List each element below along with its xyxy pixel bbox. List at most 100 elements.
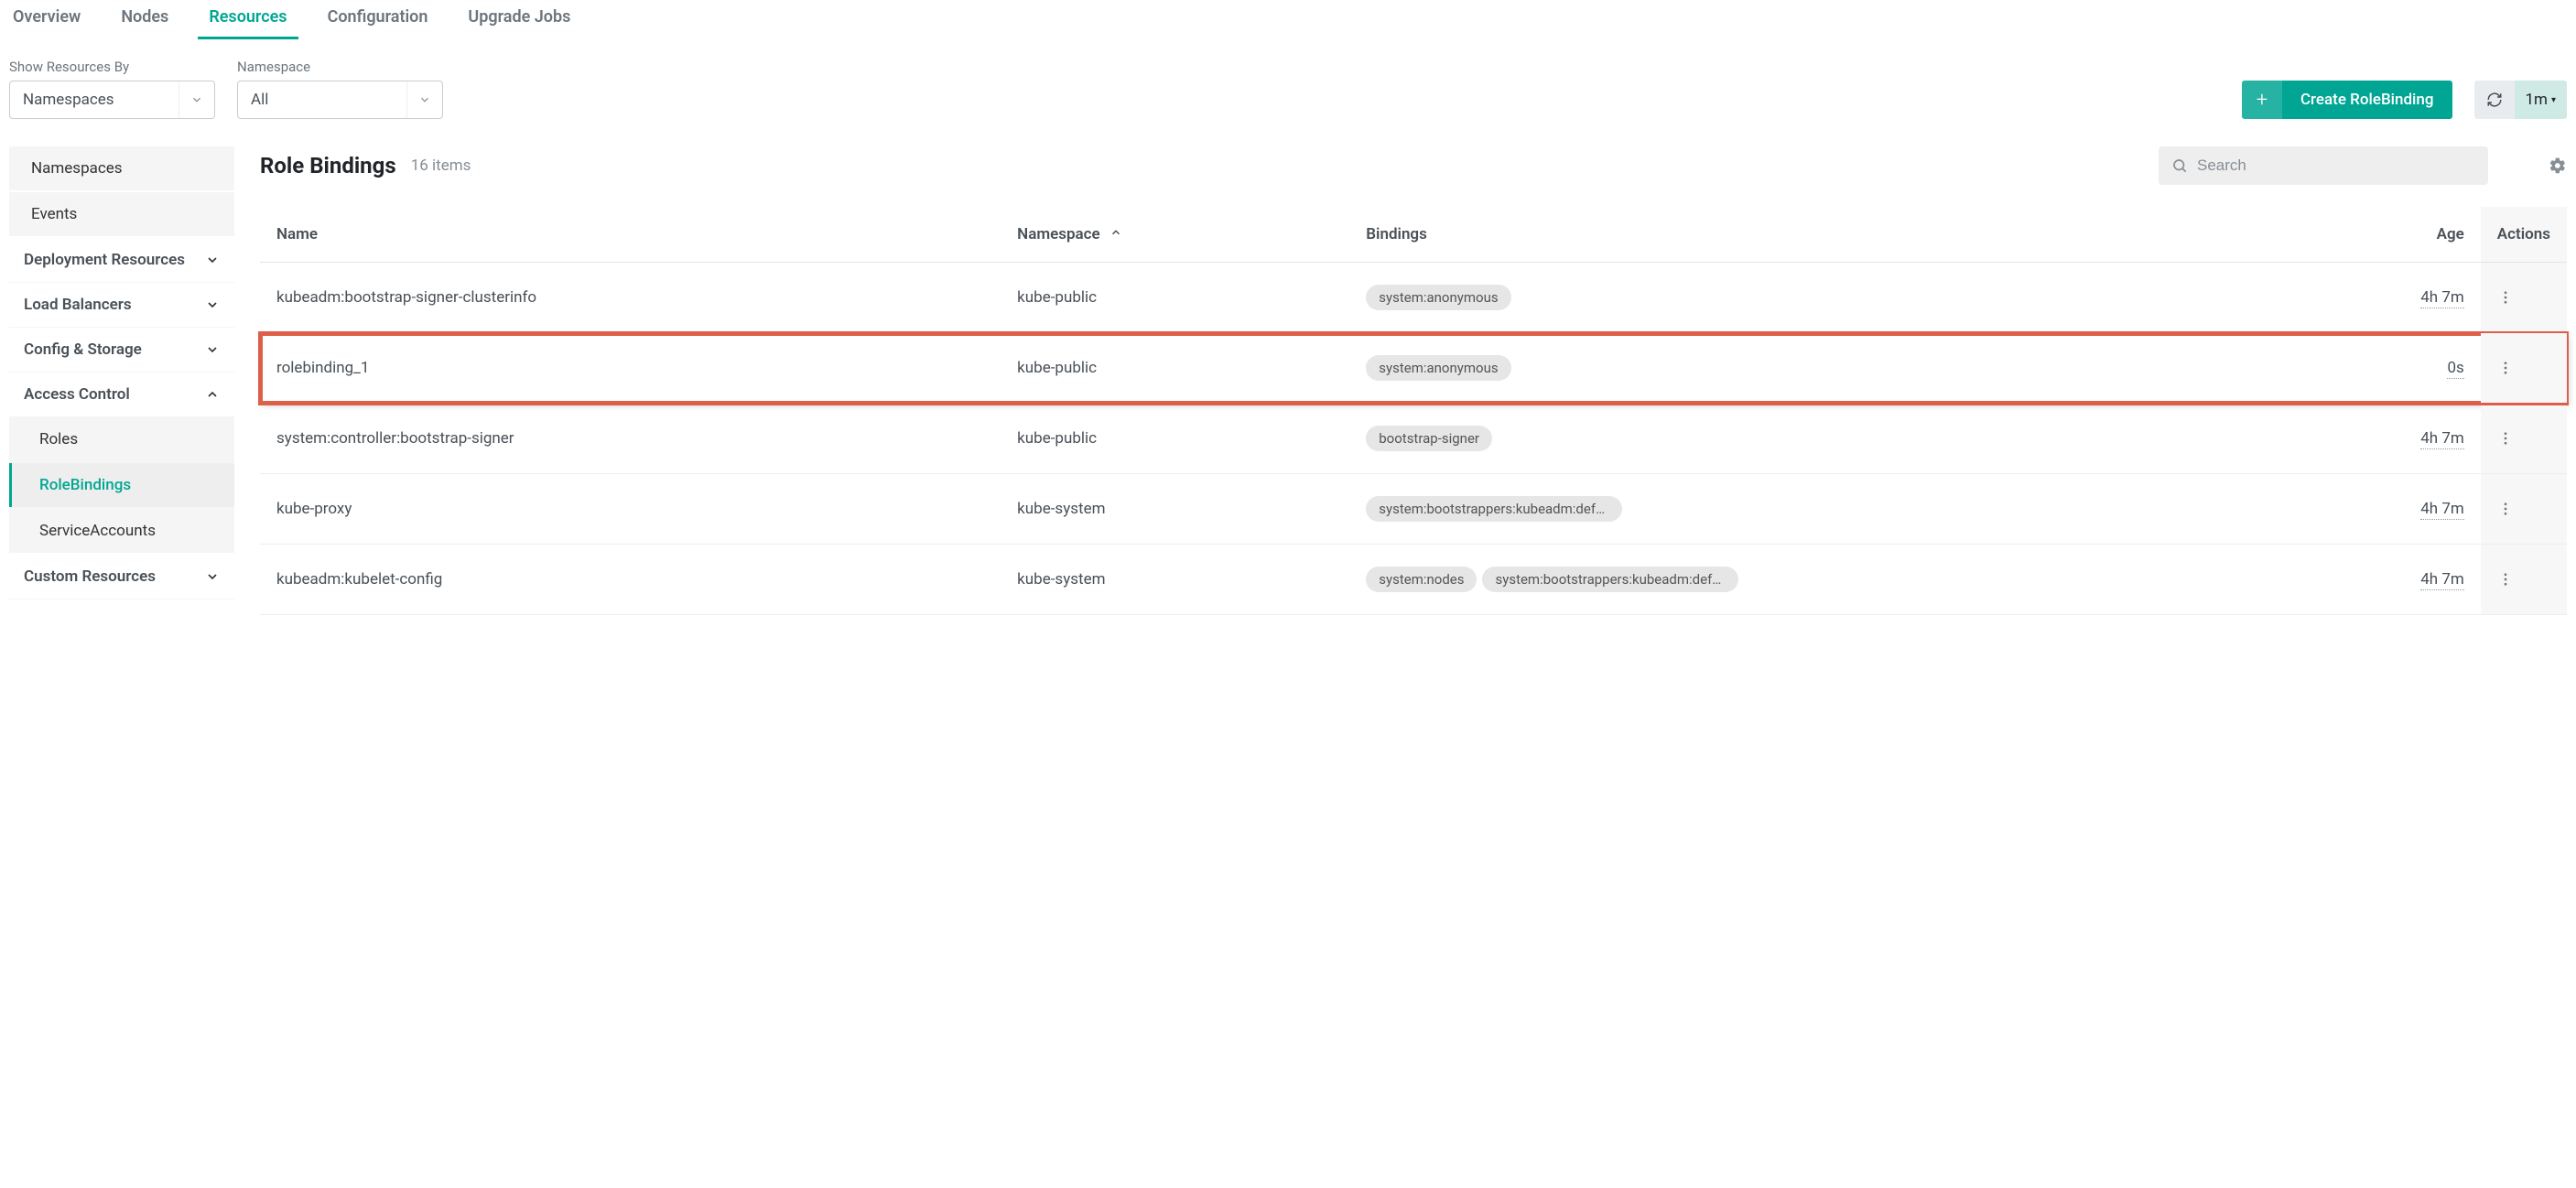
page-title: Role Bindings [260,153,396,178]
chevron-down-icon [179,81,214,118]
table-row[interactable]: system:controller:bootstrap-signerkube-p… [260,404,2567,474]
binding-badge: system:nodes [1366,567,1477,592]
filter-namespace-label: Namespace [237,59,443,75]
cell-name: rolebinding_1 [260,333,1001,404]
show-by-select[interactable]: Namespaces [9,81,215,119]
namespace-select[interactable]: All [237,81,443,119]
sidebar-group-label: Deployment Resources [24,251,185,269]
namespace-value: All [238,91,406,109]
cell-namespace: kube-public [1001,404,1349,474]
search-input[interactable] [2197,157,2475,175]
top-tabs: Overview Nodes Resources Configuration U… [0,0,2576,40]
tab-upgrade-jobs[interactable]: Upgrade Jobs [464,0,574,39]
refresh-interval-select[interactable]: 1m ▾ [2515,81,2568,119]
row-actions-button[interactable] [2497,289,2550,306]
sidebar-item-events[interactable]: Events [9,192,234,236]
item-count: 16 items [411,157,471,175]
sidebar-item-serviceaccounts[interactable]: ServiceAccounts [9,509,234,553]
cell-age: 0s [2389,333,2481,404]
filter-show-by: Show Resources By Namespaces [9,59,215,119]
binding-badge: system:bootstrappers:kubeadm:defau… [1366,496,1622,522]
sidebar-item-namespaces[interactable]: Namespaces [9,146,234,190]
binding-badge: bootstrap-signer [1366,426,1492,451]
sidebar-group-custom-resources[interactable]: Custom Resources [9,555,234,599]
row-actions-button[interactable] [2497,501,2550,517]
sidebar-item-roles[interactable]: Roles [9,417,234,461]
sidebar-item-rolebindings[interactable]: RoleBindings [9,463,234,507]
chevron-up-icon [205,387,220,402]
chevron-down-icon [406,81,442,118]
cell-name: system:controller:bootstrap-signer [260,404,1001,474]
cell-age: 4h 7m [2389,404,2481,474]
cell-name: kube-proxy [260,474,1001,545]
cell-namespace: kube-system [1001,474,1349,545]
table-row[interactable]: kubeadm:kubelet-configkube-systemsystem:… [260,545,2567,615]
sidebar-sublist-access-control: Roles RoleBindings ServiceAccounts [9,417,234,553]
cell-bindings: system:nodessystem:bootstrappers:kubeadm… [1349,545,2389,615]
col-namespace-label: Namespace [1017,225,1100,243]
table-row[interactable]: rolebinding_1kube-public system:anonymous… [260,333,2567,404]
tab-nodes[interactable]: Nodes [117,0,172,39]
sidebar-group-label: Config & Storage [24,340,142,359]
binding-badge: system:bootstrappers:kubeadm:defau… [1482,567,1738,592]
binding-badge: system:anonymous [1366,285,1510,310]
chevron-down-icon [205,253,220,267]
col-bindings: Bindings [1349,207,2389,263]
cell-age: 4h 7m [2389,263,2481,333]
cell-namespace: kube-system [1001,545,1349,615]
sort-asc-icon [1109,228,1122,243]
sidebar-group-config-storage[interactable]: Config & Storage [9,328,234,373]
chevron-down-icon [205,342,220,357]
cell-age: 4h 7m [2389,545,2481,615]
cell-actions [2481,404,2567,474]
table-row[interactable]: kube-proxykube-system system:bootstrapper… [260,474,2567,545]
binding-badge: system:anonymous [1366,355,1510,381]
sidebar-group-label: Access Control [24,385,130,404]
cell-actions [2481,263,2567,333]
content-header: Role Bindings 16 items [260,146,2567,185]
refresh-button[interactable] [2474,81,2515,119]
refresh-interval-value: 1m [2526,91,2548,109]
cell-age: 4h 7m [2389,474,2481,545]
cell-name: kubeadm:kubelet-config [260,545,1001,615]
col-actions: Actions [2481,207,2567,263]
create-rolebinding-button[interactable]: + Create RoleBinding [2242,81,2452,119]
row-actions-button[interactable] [2497,430,2550,447]
cell-name: kubeadm:bootstrap-signer-clusterinfo [260,263,1001,333]
tab-resources[interactable]: Resources [205,0,290,39]
gear-icon [2549,157,2567,175]
plus-icon: + [2242,81,2282,119]
tab-configuration[interactable]: Configuration [324,0,432,39]
row-actions-button[interactable] [2497,360,2550,376]
col-namespace[interactable]: Namespace [1001,207,1349,263]
cell-bindings: system:anonymous [1349,333,2389,404]
cell-actions [2481,545,2567,615]
sidebar-group-load-balancers[interactable]: Load Balancers [9,283,234,328]
cell-namespace: kube-public [1001,263,1349,333]
filter-namespace: Namespace All [237,59,443,119]
cell-bindings: system:anonymous [1349,263,2389,333]
search-box[interactable] [2159,146,2488,185]
settings-button[interactable] [2549,157,2567,175]
cell-actions [2481,333,2567,404]
sidebar-group-deployment-resources[interactable]: Deployment Resources [9,238,234,283]
row-actions-button[interactable] [2497,571,2550,588]
table-row[interactable]: kubeadm:bootstrap-signer-clusterinfokube… [260,263,2567,333]
sidebar-group-access-control[interactable]: Access Control [9,373,234,417]
col-name[interactable]: Name [260,207,1001,263]
refresh-group: 1m ▾ [2474,81,2568,119]
cell-actions [2481,474,2567,545]
col-age[interactable]: Age [2389,207,2481,263]
sidebar-group-label: Load Balancers [24,296,132,314]
show-by-value: Namespaces [10,91,179,109]
sidebar-group-label: Custom Resources [24,567,156,586]
tab-overview[interactable]: Overview [9,0,84,39]
sidebar: Namespaces Events Deployment Resources L… [9,146,234,615]
filter-bar: Show Resources By Namespaces Namespace A… [0,59,2576,119]
chevron-down-icon [205,297,220,312]
cell-namespace: kube-public [1001,333,1349,404]
cell-bindings: system:bootstrappers:kubeadm:defau… [1349,474,2389,545]
content: Role Bindings 16 items Name Name [260,146,2567,615]
filter-show-by-label: Show Resources By [9,59,215,75]
create-rolebinding-label: Create RoleBinding [2282,81,2452,119]
